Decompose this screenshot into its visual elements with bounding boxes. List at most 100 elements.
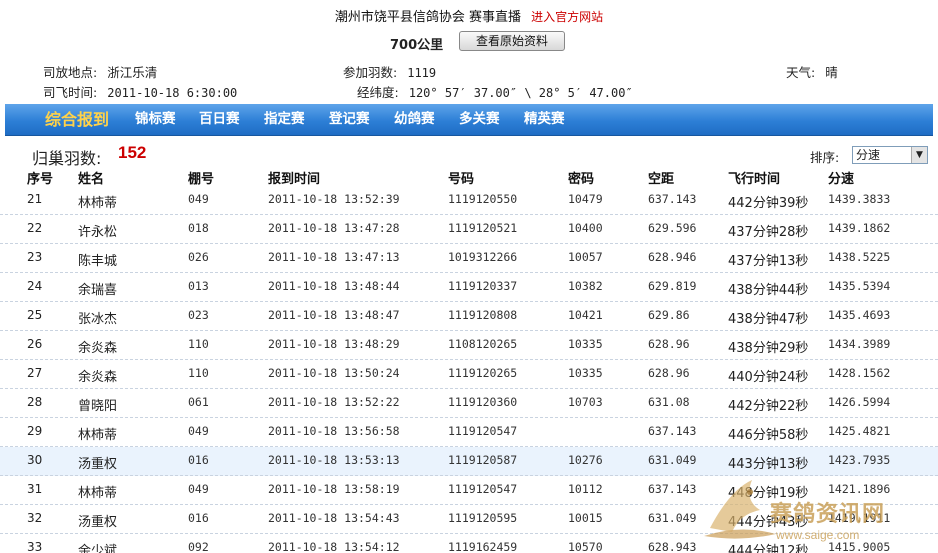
cell-loft: 016 <box>188 453 209 467</box>
cell-arrival: 2011-10-18 13:48:29 <box>268 337 400 351</box>
coordinates: 经纬度: 120° 57′ 37.00″ \ 28° 5′ 47.00″ <box>357 82 633 101</box>
entries-value: 1119 <box>407 66 437 80</box>
official-site-link[interactable]: 进入官方网站 <box>531 10 603 24</box>
cell-arrival: 2011-10-18 13:54:43 <box>268 511 400 525</box>
tab-overall[interactable]: 综合报到 <box>45 104 109 136</box>
table-row[interactable]: 22 许永松 018 2011-10-18 13:47:28 1119120521 104… <box>0 215 938 244</box>
chevron-down-icon[interactable]: ▼ <box>911 147 927 163</box>
tab-designated[interactable]: 指定赛 <box>264 104 305 136</box>
cell-ring: 1119120550 <box>448 192 518 206</box>
release-time: 司飞时间: 2011-10-18 6:30:00 <box>43 82 237 101</box>
cell-arrival: 2011-10-18 13:56:58 <box>268 424 400 438</box>
cell-arrival: 2011-10-18 13:54:12 <box>268 540 400 553</box>
cell-rank: 28 <box>27 395 43 409</box>
table-row[interactable]: 25 张冰杰 023 2011-10-18 13:48:47 1119120808 104… <box>0 302 938 331</box>
cell-code: 10112 <box>568 482 603 496</box>
tab-elite[interactable]: 精英赛 <box>524 104 565 136</box>
entries: 参加羽数: 1119 <box>343 62 436 81</box>
summary-bar: 归巢羽数: 152 排序: 分速 ▼ <box>0 142 938 168</box>
view-original-button[interactable]: 查看原始资料 <box>459 31 565 51</box>
table-row[interactable]: 28 曾晓阳 061 2011-10-18 13:52:22 1119120360 107… <box>0 389 938 418</box>
col-flight-time[interactable]: 飞行时间 <box>728 168 780 187</box>
cell-loft: 023 <box>188 308 209 322</box>
table-row[interactable]: 26 余炎森 110 2011-10-18 13:48:29 1108120265 103… <box>0 331 938 360</box>
cell-name: 余瑞喜 <box>78 283 118 298</box>
table-row[interactable]: 23 陈丰城 026 2011-10-18 13:47:13 1019312266 100… <box>0 244 938 273</box>
cell-loft: 018 <box>188 221 209 235</box>
org-name: 潮州市饶平县信鸽协会 <box>334 10 465 25</box>
cell-name: 林柿蒂 <box>78 196 118 211</box>
release-time-value: 2011-10-18 6:30:00 <box>107 86 238 100</box>
cell-name: 张冰杰 <box>78 312 118 327</box>
coordinates-label: 经纬度: <box>357 85 399 100</box>
sort-select[interactable]: 分速 ▼ <box>852 146 928 164</box>
weather-label: 天气: <box>786 65 816 80</box>
cell-flight-time: 438分钟29秒 <box>728 341 809 356</box>
weather: 天气: 晴 <box>786 62 838 81</box>
sort-selected-value: 分速 <box>856 148 881 162</box>
cell-distance: 629.596 <box>648 221 697 235</box>
tab-hundred-day[interactable]: 百日赛 <box>199 104 240 136</box>
release-place-value: 浙江乐清 <box>107 65 158 80</box>
cell-speed: 1426.5994 <box>828 395 891 409</box>
cell-arrival: 2011-10-18 13:48:47 <box>268 308 400 322</box>
tab-young-bird[interactable]: 幼鸽赛 <box>394 104 435 136</box>
table-row[interactable]: 24 余瑞喜 013 2011-10-18 13:48:44 1119120337 103… <box>0 273 938 302</box>
col-name[interactable]: 姓名 <box>78 168 104 187</box>
cell-code: 10421 <box>568 308 603 322</box>
cell-distance: 637.143 <box>648 482 697 496</box>
race-distance: 700公里 <box>390 38 444 53</box>
cell-loft: 049 <box>188 482 209 496</box>
tab-multi-stage[interactable]: 多关赛 <box>459 104 500 136</box>
table-row[interactable]: 21 林柿蒂 049 2011-10-18 13:52:39 1119120550 104… <box>0 186 938 215</box>
cell-rank: 22 <box>27 221 43 235</box>
cell-ring: 1119162459 <box>448 540 518 553</box>
site-title: 潮州市饶平县信鸽协会 赛事直播 进入官方网站 <box>0 6 938 25</box>
cell-speed: 1439.3833 <box>828 192 891 206</box>
tab-registered[interactable]: 登记赛 <box>329 104 370 136</box>
col-speed[interactable]: 分速 <box>828 168 854 187</box>
col-distance[interactable]: 空距 <box>648 168 674 187</box>
cell-flight-time: 446分钟58秒 <box>728 428 809 443</box>
cell-arrival: 2011-10-18 13:50:24 <box>268 366 400 380</box>
col-code[interactable]: 密码 <box>568 168 594 187</box>
cell-rank: 25 <box>27 308 43 322</box>
cell-name: 曾晓阳 <box>78 399 118 414</box>
cell-ring: 1119120595 <box>448 511 518 525</box>
table-row[interactable]: 27 余炎森 110 2011-10-18 13:50:24 1119120265 103… <box>0 360 938 389</box>
cell-name: 许永松 <box>78 225 118 240</box>
cell-arrival: 2011-10-18 13:47:28 <box>268 221 400 235</box>
cell-ring: 1119120360 <box>448 395 518 409</box>
cell-speed: 1434.3989 <box>828 337 891 351</box>
table-header: 序号 姓名 棚号 报到时间 号码 密码 空距 飞行时间 分速 <box>0 168 938 187</box>
cell-loft: 110 <box>188 366 209 380</box>
cell-loft: 061 <box>188 395 209 409</box>
cell-name: 林柿蒂 <box>78 428 118 443</box>
cell-name: 余少斌 <box>78 544 118 553</box>
cell-distance: 628.96 <box>648 366 690 380</box>
cell-arrival: 2011-10-18 13:58:19 <box>268 482 400 496</box>
cell-ring: 1019312266 <box>448 250 518 264</box>
cell-code: 10057 <box>568 250 603 264</box>
cell-speed: 1438.5225 <box>828 250 891 264</box>
col-arrival[interactable]: 报到时间 <box>268 168 320 187</box>
col-loft[interactable]: 棚号 <box>188 168 214 187</box>
distance-row: 700公里 查看原始资料 <box>0 31 938 53</box>
tab-championship[interactable]: 锦标赛 <box>135 104 176 136</box>
watermark-text: 赛鸽资讯网 <box>770 502 886 527</box>
cell-arrival: 2011-10-18 13:47:13 <box>268 250 400 264</box>
cell-code: 10015 <box>568 511 603 525</box>
cell-loft: 049 <box>188 192 209 206</box>
cell-loft: 013 <box>188 279 209 293</box>
cell-rank: 21 <box>27 192 43 206</box>
cell-distance: 631.049 <box>648 453 697 467</box>
col-ring[interactable]: 号码 <box>448 168 474 187</box>
cell-speed: 1439.1862 <box>828 221 891 235</box>
cell-rank: 27 <box>27 366 43 380</box>
cell-rank: 31 <box>27 482 43 496</box>
entries-label: 参加羽数: <box>343 65 398 80</box>
col-rank[interactable]: 序号 <box>27 168 53 187</box>
cell-distance: 629.819 <box>648 279 697 293</box>
table-row[interactable]: 29 林柿蒂 049 2011-10-18 13:56:58 1119120547 637… <box>0 418 938 447</box>
sort-label: 排序: <box>810 150 840 165</box>
